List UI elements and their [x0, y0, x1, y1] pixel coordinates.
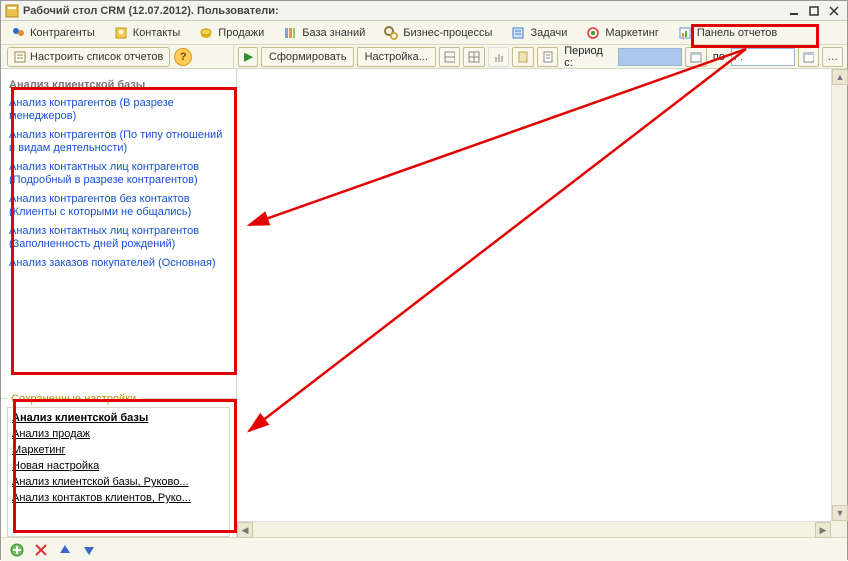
grid-icon	[444, 51, 456, 63]
settings-button[interactable]: Настройка...	[357, 47, 436, 67]
nav-label: Контакты	[133, 27, 181, 39]
nav-reports[interactable]: Панель отчетов	[670, 23, 784, 43]
tool-button-4[interactable]	[512, 47, 534, 67]
people-icon	[10, 25, 26, 41]
configure-button-label: Настроить список отчетов	[30, 51, 163, 63]
nav-label: Задачи	[530, 27, 567, 39]
period-label: Период с:	[564, 45, 612, 69]
gears-icon	[383, 25, 399, 41]
form-button[interactable]: Сформировать	[261, 47, 353, 67]
saved-list[interactable]: Анализ клиентской базы Анализ продаж Мар…	[7, 407, 230, 537]
list-icon	[14, 51, 26, 63]
close-button[interactable]	[825, 4, 843, 18]
nav-label: Контрагенты	[30, 27, 95, 39]
nav-bizprocess[interactable]: Бизнес-процессы	[376, 23, 499, 43]
nav-label: Продажи	[218, 27, 264, 39]
title-bar: Рабочий стол CRM (12.07.2012). Пользоват…	[1, 1, 847, 21]
form-button-label: Сформировать	[269, 51, 347, 63]
vertical-scrollbar[interactable]: ▲ ▼	[831, 69, 847, 521]
doc2-icon	[542, 51, 554, 63]
scroll-right-icon[interactable]: ▶	[815, 522, 831, 538]
saved-item[interactable]: Анализ клиентской базы	[10, 410, 227, 426]
saved-settings: Сохраненные настройки Анализ клиентской …	[1, 398, 236, 537]
coins-icon	[198, 25, 214, 41]
saved-item[interactable]: Анализ продаж	[10, 426, 227, 442]
nav-label: Бизнес-процессы	[403, 27, 492, 39]
saved-item[interactable]: Маркетинг	[10, 442, 227, 458]
delete-button[interactable]	[33, 542, 49, 558]
saved-item[interactable]: Анализ клиентской базы, Руково...	[10, 474, 227, 490]
calendar-icon	[803, 51, 815, 63]
left-toolbar: Настроить список отчетов ?	[1, 45, 234, 68]
nav-label: Маркетинг	[605, 27, 658, 39]
reports-section-title: Анализ клиентской базы	[9, 79, 228, 91]
nav-label: Панель отчетов	[697, 27, 777, 39]
period-to-label: по	[713, 51, 725, 63]
maximize-button[interactable]	[805, 4, 823, 18]
settings-button-label: Настройка...	[365, 51, 428, 63]
nav-contragents[interactable]: Контрагенты	[3, 23, 102, 43]
bar-chart-icon	[493, 51, 505, 63]
side-panel: Анализ клиентской базы Анализ контрагент…	[1, 69, 237, 537]
scroll-down-icon[interactable]: ▼	[832, 505, 848, 521]
tool-button-5[interactable]	[537, 47, 559, 67]
nav-tasks[interactable]: Задачи	[503, 23, 574, 43]
run-button[interactable]: ▶	[238, 47, 258, 67]
tasks-icon	[510, 25, 526, 41]
main-navbar: Контрагенты Контакты Продажи База знаний…	[1, 21, 847, 45]
report-link[interactable]: Анализ заказов покупателей (Основная)	[9, 257, 228, 270]
app-icon	[5, 4, 19, 18]
move-up-button[interactable]	[57, 542, 73, 558]
minimize-button[interactable]	[785, 4, 803, 18]
report-link[interactable]: Анализ контрагентов (По типу отношений и…	[9, 129, 228, 155]
report-link[interactable]: Анализ контрагентов (В разрезе менеджеро…	[9, 97, 228, 123]
window-title: Рабочий стол CRM (12.07.2012). Пользоват…	[23, 5, 783, 17]
saved-legend: Сохраненные настройки	[7, 393, 140, 405]
nav-knowledge[interactable]: База знаний	[275, 23, 372, 43]
period-extra-button[interactable]: …	[822, 47, 843, 67]
period-from-input[interactable]	[618, 48, 682, 66]
contacts-icon	[113, 25, 129, 41]
bottom-actions	[1, 537, 847, 561]
report-link[interactable]: Анализ контактных лиц контрагентов (Запо…	[9, 225, 228, 251]
report-link[interactable]: Анализ контрагентов без контактов (Клиен…	[9, 193, 228, 219]
horizontal-scrollbar[interactable]: ◀ ▶	[237, 521, 831, 537]
report-link[interactable]: Анализ контактных лиц контрагентов (Подр…	[9, 161, 228, 187]
nav-contacts[interactable]: Контакты	[106, 23, 188, 43]
scroll-corner	[831, 521, 847, 537]
nav-sales[interactable]: Продажи	[191, 23, 271, 43]
tool-button-2[interactable]	[463, 47, 485, 67]
nav-marketing[interactable]: Маркетинг	[578, 23, 665, 43]
target-icon	[585, 25, 601, 41]
body: Анализ клиентской базы Анализ контрагент…	[1, 69, 847, 537]
nav-label: База знаний	[302, 27, 365, 39]
calendar-icon	[690, 51, 702, 63]
tool-button-1[interactable]	[439, 47, 461, 67]
configure-reports-button[interactable]: Настроить список отчетов	[7, 47, 170, 67]
report-list: Анализ клиентской базы Анализ контрагент…	[1, 69, 236, 398]
chart-button[interactable]	[488, 47, 510, 67]
reports-icon	[677, 25, 693, 41]
doc-icon	[517, 51, 529, 63]
toolbar-row: Настроить список отчетов ? ▶ Сформироват…	[1, 45, 847, 69]
period-from-picker[interactable]	[685, 47, 707, 67]
add-button[interactable]	[9, 542, 25, 558]
books-icon	[282, 25, 298, 41]
saved-item[interactable]: Анализ контактов клиентов, Руко...	[10, 490, 227, 506]
scroll-up-icon[interactable]: ▲	[832, 69, 848, 85]
period-to-input[interactable]	[731, 48, 795, 66]
help-button[interactable]: ?	[174, 48, 192, 66]
saved-item[interactable]: Новая настройка	[10, 458, 227, 474]
period-to-picker[interactable]	[798, 47, 820, 67]
move-down-button[interactable]	[81, 542, 97, 558]
table-icon	[468, 51, 480, 63]
scroll-left-icon[interactable]: ◀	[237, 522, 253, 538]
right-toolbar: ▶ Сформировать Настройка... Период с: по…	[234, 45, 847, 68]
content-area: ▲ ▼ ◀ ▶	[237, 69, 847, 537]
